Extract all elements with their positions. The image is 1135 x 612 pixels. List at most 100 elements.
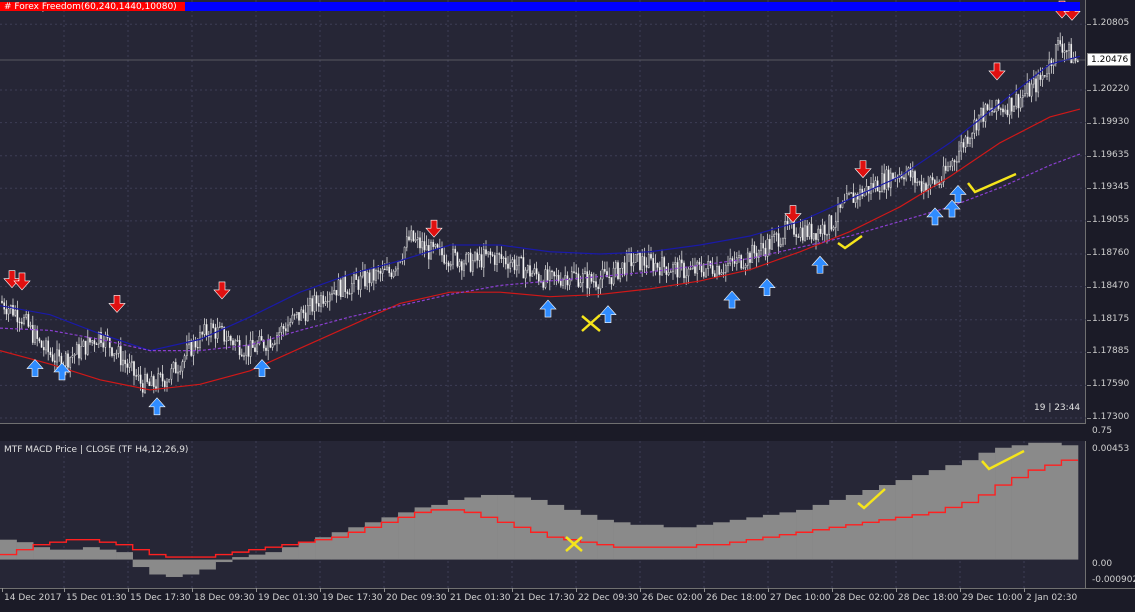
macd-histogram-bar — [414, 507, 432, 560]
candle-body — [86, 337, 89, 355]
candle-body — [487, 251, 490, 255]
price-tick — [1087, 319, 1091, 321]
candle-body — [20, 321, 23, 324]
candle-body — [625, 253, 628, 275]
candle-body — [146, 374, 149, 382]
candle-body — [947, 166, 949, 171]
candle-body — [31, 324, 34, 343]
candle-body — [566, 275, 569, 286]
candle-body — [845, 193, 848, 201]
macd-histogram-bar — [248, 554, 266, 560]
candle-body — [194, 340, 197, 348]
buy-arrow-icon — [539, 299, 557, 318]
macd-histogram-bar — [66, 549, 84, 560]
candle-body — [421, 241, 424, 249]
time-label: 18 Dec 09:30 — [194, 593, 255, 603]
candle-body — [64, 353, 67, 366]
candle-body — [463, 263, 465, 271]
candle-body — [740, 255, 743, 269]
candle-body — [962, 142, 965, 148]
candle-body — [577, 273, 580, 287]
price-tick — [1087, 286, 1091, 288]
annotation-cross — [581, 314, 601, 332]
macd-histogram-bar — [431, 504, 449, 560]
candle-body — [465, 253, 468, 265]
candle-body — [291, 314, 294, 323]
candle-body — [278, 332, 281, 336]
main-chart-pane[interactable]: EURUSD,M30 1.20459 1.20486 1.20444 1.204… — [0, 0, 1086, 424]
candle-body — [804, 225, 806, 241]
candle-body — [119, 346, 122, 366]
candle-body — [71, 355, 74, 358]
candle-body — [1, 300, 3, 303]
candle-body — [542, 281, 545, 288]
candle-body — [287, 324, 289, 332]
candle-body — [419, 237, 421, 249]
candle-body — [654, 262, 657, 272]
candle-body — [1061, 43, 1064, 53]
macd-histogram-bar — [597, 519, 614, 560]
candle-body — [911, 171, 914, 178]
annotation-check — [837, 234, 863, 250]
macd-histogram-bar — [679, 527, 697, 560]
candle-body — [663, 257, 666, 268]
time-tick — [640, 588, 641, 592]
candle-body — [504, 257, 507, 265]
macd-chart-svg — [0, 441, 1079, 588]
candle-body — [969, 138, 971, 144]
time-label: 26 Dec 18:00 — [706, 593, 767, 603]
candle-body — [157, 373, 160, 389]
price-tick — [1087, 385, 1091, 387]
macd-histogram-bar — [49, 549, 67, 560]
forex-freedom-value: 0.75 — [1092, 426, 1113, 436]
upper-band-line — [0, 55, 1081, 352]
candle-body — [819, 228, 822, 234]
candle-body — [674, 262, 677, 265]
macd-pane[interactable]: MTF MACD Price | CLOSE (TF H4,12,26,9) — [0, 441, 1086, 588]
candle-body — [762, 243, 765, 249]
candle-body — [458, 261, 461, 267]
candle-body — [931, 177, 934, 181]
price-tick — [1087, 155, 1091, 157]
candle-body — [170, 368, 173, 380]
candle-body — [205, 324, 208, 336]
candle-body — [368, 272, 371, 284]
candle-body — [601, 269, 604, 280]
candle-body — [964, 136, 967, 148]
candle-body — [544, 269, 547, 288]
candle-body — [828, 215, 831, 235]
candle-body — [922, 183, 925, 192]
time-label: 15 Dec 17:30 — [130, 593, 191, 603]
candle-body — [1076, 60, 1079, 62]
candle-body — [434, 244, 437, 247]
candle-body — [918, 181, 921, 183]
candle-body — [749, 252, 751, 263]
candle-body — [861, 188, 864, 197]
candle-body — [399, 261, 402, 263]
candle-body — [621, 262, 624, 269]
candle-body — [518, 256, 520, 266]
candle-body — [115, 353, 118, 355]
candle-body — [806, 225, 809, 237]
candle-body — [672, 264, 674, 273]
candle-body — [269, 339, 272, 348]
candle-body — [452, 248, 454, 265]
candle-body — [161, 373, 164, 382]
candle-body — [16, 309, 19, 323]
candle-body — [958, 150, 960, 162]
candle-body — [449, 263, 452, 267]
candle-body — [203, 324, 206, 335]
sell-arrow-icon — [425, 219, 443, 238]
price-tick — [1087, 122, 1091, 124]
candle-body — [117, 346, 120, 354]
price-label: 1.19635 — [1092, 149, 1130, 160]
candle-body — [75, 344, 78, 355]
candle-body — [1030, 83, 1033, 97]
candle-body — [47, 340, 50, 353]
candle-body — [689, 268, 692, 270]
candle-body — [531, 272, 534, 277]
sell-arrow-icon — [108, 295, 126, 313]
time-tick — [576, 588, 577, 592]
candle-body — [14, 309, 17, 316]
price-tick — [1087, 352, 1091, 354]
